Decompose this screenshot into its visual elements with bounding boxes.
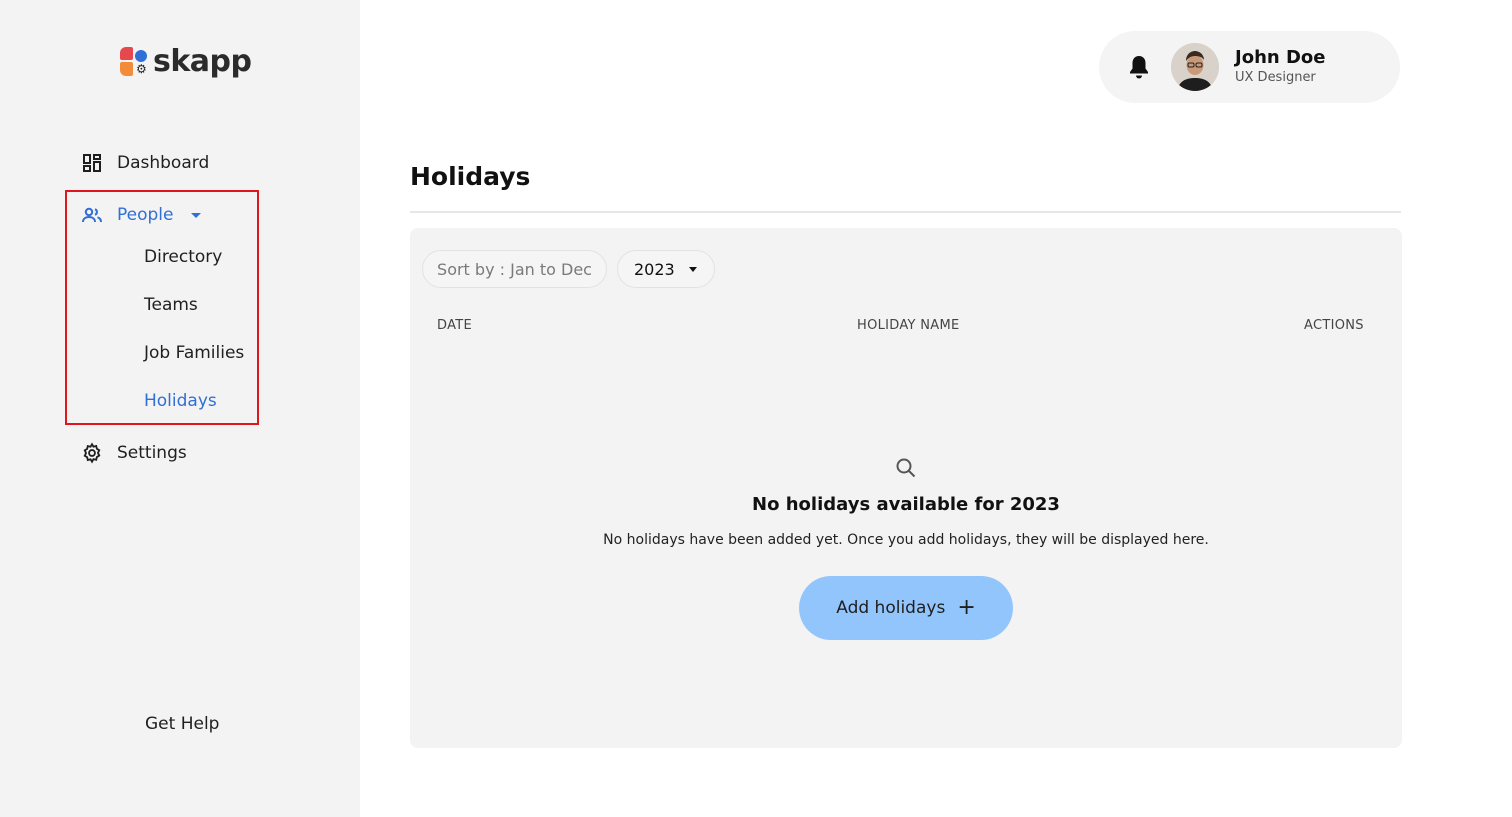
avatar[interactable] — [1171, 43, 1219, 91]
sidebar-subitem-teams[interactable]: Teams — [144, 295, 198, 315]
get-help-link[interactable]: Get Help — [145, 714, 219, 734]
column-header-date: DATE — [437, 318, 473, 333]
sidebar-item-settings[interactable]: Settings — [81, 442, 187, 464]
sidebar-subitem-holidays[interactable]: Holidays — [144, 391, 217, 411]
user-name: John Doe — [1235, 47, 1326, 68]
sort-dropdown[interactable]: Sort by : Jan to Dec — [422, 250, 607, 288]
sidebar-subitem-job-families[interactable]: Job Families — [144, 343, 244, 363]
people-icon — [81, 204, 103, 226]
sidebar-item-label: Settings — [117, 443, 187, 463]
year-select[interactable]: 2023 — [617, 250, 715, 288]
sort-label: Sort by : Jan to Dec — [437, 259, 592, 279]
logo-icon: ⚙ — [120, 46, 150, 77]
holidays-panel — [410, 228, 1402, 748]
sidebar-subitem-directory[interactable]: Directory — [144, 247, 222, 267]
plus-icon: + — [957, 595, 976, 620]
sidebar-item-label: Dashboard — [117, 153, 210, 173]
column-header-holiday-name: HOLIDAY NAME — [857, 318, 960, 333]
sidebar-item-label: People — [117, 205, 174, 225]
user-role: UX Designer — [1235, 70, 1316, 85]
chevron-down-icon — [688, 266, 697, 272]
page-title: Holidays — [410, 162, 531, 191]
brand-name: skapp — [153, 44, 252, 79]
sidebar: ⚙ skapp Dashboard People Directory Teams… — [0, 0, 360, 817]
gear-icon — [81, 442, 103, 464]
add-holidays-label: Add holidays — [836, 598, 946, 618]
add-holidays-button[interactable]: Add holidays + — [799, 576, 1013, 640]
brand-logo[interactable]: ⚙ skapp — [120, 44, 252, 79]
empty-state-description: No holidays have been added yet. Once yo… — [603, 532, 1209, 548]
search-icon — [895, 457, 917, 479]
divider — [410, 211, 1401, 213]
chevron-down-icon — [191, 212, 202, 218]
year-value: 2023 — [634, 259, 675, 279]
bell-icon[interactable] — [1127, 54, 1151, 80]
sidebar-item-dashboard[interactable]: Dashboard — [81, 152, 209, 174]
sidebar-item-people[interactable]: People — [81, 204, 202, 226]
dashboard-icon — [81, 152, 103, 174]
empty-state-title: No holidays available for 2023 — [752, 494, 1060, 515]
column-header-actions: ACTIONS — [1304, 318, 1364, 333]
